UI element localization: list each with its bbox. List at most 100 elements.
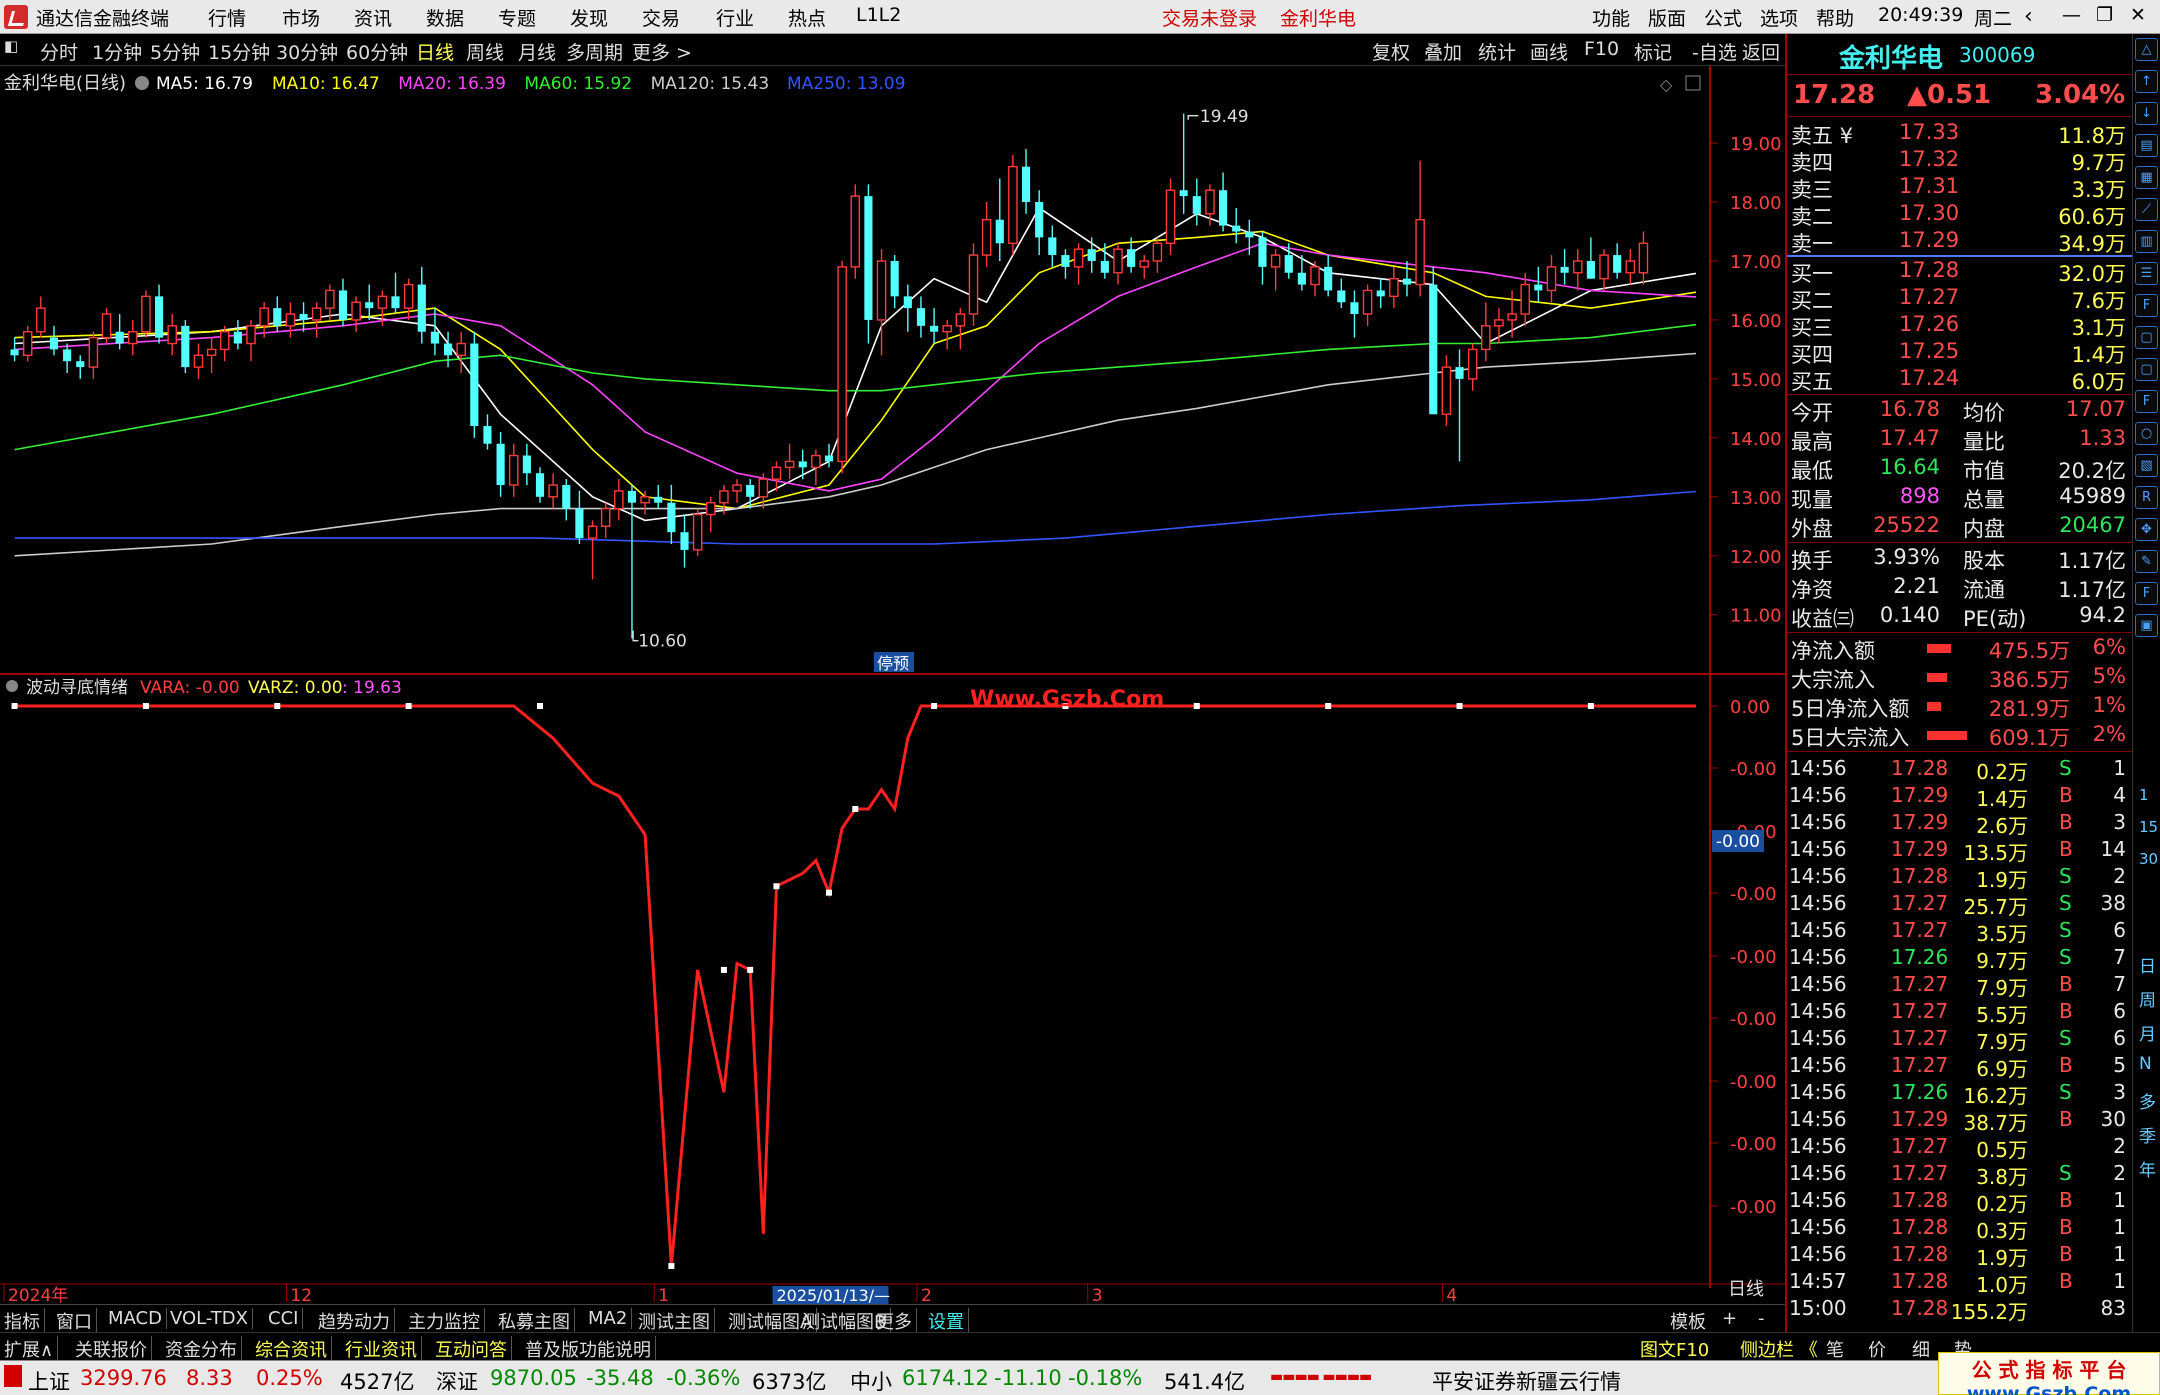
ext-right-0[interactable]: 图文F10: [1640, 1336, 1709, 1362]
period-tab-8[interactable]: 月线: [518, 38, 556, 65]
ext-right-4[interactable]: 细: [1912, 1336, 1930, 1362]
period-tab-6[interactable]: 日线: [416, 38, 454, 65]
period-tab-4[interactable]: 30分钟: [276, 38, 338, 65]
right-menu-3[interactable]: 选项: [1760, 4, 1798, 31]
fin-icon[interactable]: F: [2135, 390, 2158, 413]
menu-7[interactable]: 行业: [716, 4, 754, 31]
menu-6[interactable]: 交易: [642, 4, 680, 31]
period-tab-10[interactable]: 更多 >: [632, 38, 692, 65]
ext-tab-3[interactable]: 综合资讯: [255, 1336, 332, 1362]
doc-icon[interactable]: ▢: [2135, 326, 2158, 349]
list-icon[interactable]: ☰: [2135, 262, 2158, 285]
report-icon[interactable]: ▤: [2135, 134, 2158, 157]
close-icon[interactable]: ✕: [2130, 4, 2146, 26]
menu-0[interactable]: 行情: [208, 4, 246, 31]
up-arrow-icon[interactable]: △: [2135, 38, 2158, 61]
circle-icon[interactable]: ○: [2135, 422, 2158, 445]
table-icon[interactable]: ▦: [2135, 166, 2158, 189]
template-button[interactable]: 模板: [1670, 1308, 1706, 1334]
zoom-in-button[interactable]: +: [1722, 1308, 1737, 1329]
zoom-out-button[interactable]: -: [1758, 1308, 1765, 1329]
sz-label[interactable]: 深证: [436, 1366, 478, 1395]
login-status[interactable]: 交易未登录: [1162, 4, 1257, 31]
menu-2[interactable]: 资讯: [354, 4, 392, 31]
restore-icon[interactable]: ❐: [2096, 4, 2113, 26]
indicator-tab-4[interactable]: CCI: [268, 1308, 304, 1329]
fs-icon[interactable]: F: [2135, 582, 2158, 605]
indicator-tab-12[interactable]: 更多: [876, 1308, 917, 1334]
menu-8[interactable]: 热点: [788, 4, 826, 31]
indicator-tab-7[interactable]: 私募主图: [498, 1308, 575, 1334]
period-tab-2[interactable]: 5分钟: [150, 38, 200, 65]
right-menu-0[interactable]: 功能: [1592, 4, 1630, 31]
period-tab-0[interactable]: 分时: [40, 38, 78, 65]
chart-tool-2[interactable]: 统计: [1478, 38, 1516, 65]
side-period-4[interactable]: 多: [2139, 1088, 2156, 1113]
indicator-tab-0[interactable]: 指标: [4, 1308, 45, 1334]
chart-area[interactable]: 金利华电(日线) MA5: 16.79 MA10: 16.47 MA20: 16.39…: [0, 66, 1785, 1304]
ext-tab-5[interactable]: 互动问答: [435, 1336, 512, 1362]
menu-1[interactable]: 市场: [282, 4, 320, 31]
right-menu-1[interactable]: 版面: [1648, 4, 1686, 31]
trend-icon[interactable]: ⟋: [2135, 198, 2158, 221]
side-period-0[interactable]: 日: [2139, 952, 2156, 977]
side-period-5[interactable]: 季: [2139, 1122, 2156, 1147]
ext-tab-1[interactable]: 关联报价: [75, 1336, 152, 1362]
indicator-menu-icon[interactable]: [6, 680, 18, 692]
ext-right-2[interactable]: 笔: [1826, 1336, 1844, 1362]
right-menu-2[interactable]: 公式: [1704, 4, 1742, 31]
period-tab-7[interactable]: 周线: [466, 38, 504, 65]
side-period-6[interactable]: 年: [2139, 1156, 2156, 1181]
period-tab-3[interactable]: 15分钟: [208, 38, 270, 65]
side-num-0[interactable]: 1: [2139, 786, 2149, 804]
chart-tool-3[interactable]: 画线: [1530, 38, 1568, 65]
ext-tab-0[interactable]: 扩展∧: [4, 1336, 59, 1362]
ext-right-3[interactable]: 价: [1868, 1336, 1886, 1362]
chart2-icon[interactable]: ▧: [2135, 454, 2158, 477]
side-num-1[interactable]: 15: [2139, 818, 2158, 836]
indicator-tab-6[interactable]: 主力监控: [408, 1308, 485, 1334]
ext-tab-2[interactable]: 资金分布: [165, 1336, 242, 1362]
indicator-tab-8[interactable]: MA2: [588, 1308, 633, 1329]
zx-label[interactable]: 中小: [850, 1366, 892, 1395]
ext-tab-6[interactable]: 普及版功能说明: [525, 1336, 656, 1362]
f10-icon[interactable]: F: [2135, 294, 2158, 317]
chart-menu-icon[interactable]: [135, 76, 149, 90]
indicator-tab-2[interactable]: MACD: [108, 1308, 167, 1329]
menu-4[interactable]: 专题: [498, 4, 536, 31]
chart-tool-4[interactable]: F10: [1584, 38, 1619, 60]
ext-tab-4[interactable]: 行业资讯: [345, 1336, 422, 1362]
chart-tool-5[interactable]: 标记: [1634, 38, 1672, 65]
period-tab-9[interactable]: 多周期: [566, 38, 623, 65]
indicator-tab-3[interactable]: VOL-TDX: [170, 1308, 253, 1329]
window-toggle-icon[interactable]: [1685, 75, 1701, 91]
menu-5[interactable]: 发现: [570, 4, 608, 31]
rsi-icon[interactable]: R: [2135, 486, 2158, 509]
menu-3[interactable]: 数据: [426, 4, 464, 31]
indicator-tab-9[interactable]: 测试主图: [638, 1308, 715, 1334]
ext-right-1[interactable]: 侧边栏 《: [1740, 1336, 1818, 1362]
side-num-2[interactable]: 30: [2139, 850, 2158, 868]
doc2-icon[interactable]: ▢: [2135, 358, 2158, 381]
chart-tool-6[interactable]: -自选: [1692, 38, 1737, 65]
menu-9[interactable]: L1L2: [856, 4, 901, 26]
right-menu-4[interactable]: 帮助: [1816, 4, 1854, 31]
lock-icon[interactable]: ▣: [2135, 614, 2158, 637]
up-outline-icon[interactable]: ↑: [2135, 70, 2158, 93]
diamond-icon[interactable]: ◇: [1660, 75, 1673, 94]
collapse-icon[interactable]: ◧: [4, 37, 18, 55]
side-period-2[interactable]: 月: [2139, 1020, 2156, 1045]
chart-tool-1[interactable]: 叠加: [1424, 38, 1462, 65]
indicator-tab-1[interactable]: 窗口: [56, 1308, 97, 1334]
back-arrow-icon[interactable]: ‹: [2024, 4, 2033, 29]
move-icon[interactable]: ✥: [2135, 518, 2158, 541]
pen-icon[interactable]: ✎: [2135, 550, 2158, 573]
sh-label[interactable]: 上证: [28, 1366, 70, 1395]
minimize-icon[interactable]: —: [2062, 4, 2081, 26]
indicator-tab-13[interactable]: 设置: [928, 1308, 969, 1334]
side-period-1[interactable]: 周: [2139, 986, 2156, 1011]
chart-tool-0[interactable]: 复权: [1372, 38, 1410, 65]
down-outline-icon[interactable]: ↓: [2135, 102, 2158, 125]
period-tab-1[interactable]: 1分钟: [92, 38, 142, 65]
indicator-tab-5[interactable]: 趋势动力: [318, 1308, 395, 1334]
